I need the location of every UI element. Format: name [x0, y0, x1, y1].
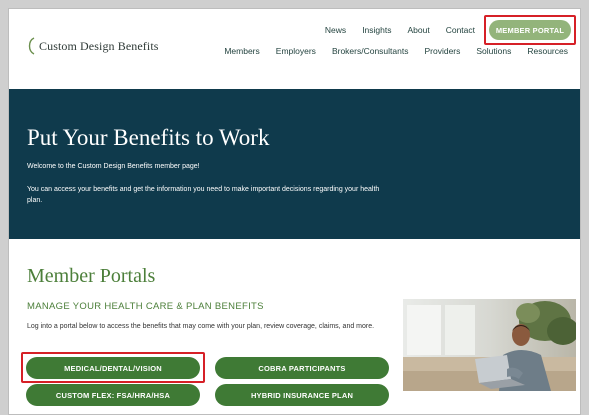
- medical-dental-vision-button[interactable]: MEDICAL/DENTAL/VISION: [26, 357, 200, 379]
- portals-subtitle: MANAGE YOUR HEALTH CARE & PLAN BENEFITS: [27, 301, 264, 312]
- nav-about[interactable]: About: [407, 25, 429, 35]
- member-portal-highlight: MEMBER PORTAL: [484, 15, 576, 45]
- portals-description: Log into a portal below to access the be…: [27, 323, 375, 330]
- logo-swoosh-icon: [28, 37, 35, 55]
- hero-description: You can access your benefits and get the…: [27, 186, 380, 204]
- hero-title: Put Your Benefits to Work: [27, 125, 270, 150]
- top-nav: News Insights About Contact: [325, 25, 475, 35]
- page: Custom Design Benefits News Insights Abo…: [8, 8, 581, 415]
- logo[interactable]: Custom Design Benefits: [27, 37, 159, 55]
- hybrid-insurance-plan-button[interactable]: HYBRID INSURANCE PLAN: [215, 384, 389, 406]
- nav-news[interactable]: News: [325, 25, 346, 35]
- main-nav: Members Employers Brokers/Consultants Pr…: [224, 46, 568, 56]
- nav-members[interactable]: Members: [224, 46, 259, 56]
- nav-brokers-consultants[interactable]: Brokers/Consultants: [332, 46, 409, 56]
- hero-photo: [403, 299, 576, 391]
- nav-insights[interactable]: Insights: [362, 25, 391, 35]
- logo-text: Custom Design Benefits: [39, 38, 159, 53]
- portals-title: Member Portals: [27, 265, 156, 287]
- nav-resources[interactable]: Resources: [527, 46, 568, 56]
- member-portal-button[interactable]: MEMBER PORTAL: [489, 20, 571, 40]
- nav-providers[interactable]: Providers: [424, 46, 460, 56]
- hero-subtitle: Welcome to the Custom Design Benefits me…: [27, 163, 200, 170]
- cobra-participants-button[interactable]: COBRA PARTICIPANTS: [215, 357, 389, 379]
- nav-solutions[interactable]: Solutions: [476, 46, 511, 56]
- man-with-laptop-image: [403, 299, 576, 391]
- custom-flex-button[interactable]: CUSTOM FLEX: FSA/HRA/HSA: [26, 384, 200, 406]
- hero-banner: Put Your Benefits to Work Welcome to the…: [9, 89, 580, 239]
- nav-employers[interactable]: Employers: [276, 46, 316, 56]
- nav-contact[interactable]: Contact: [446, 25, 475, 35]
